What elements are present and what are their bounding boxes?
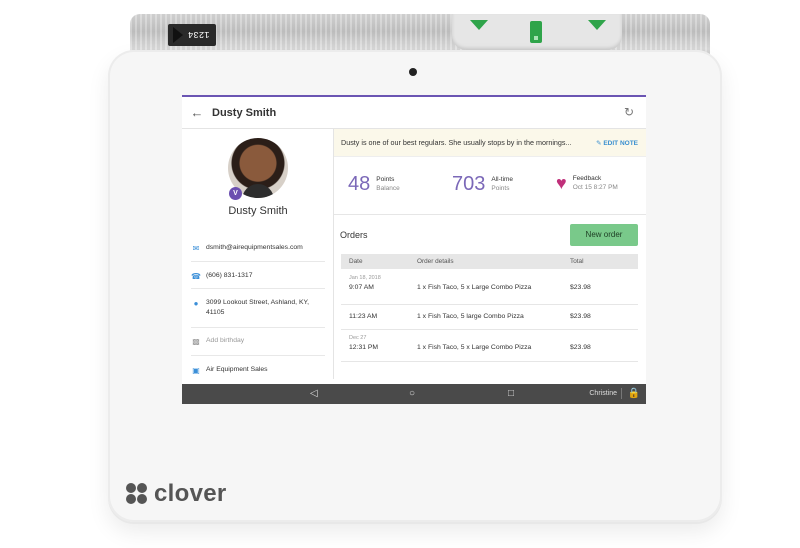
- col-date: Date: [349, 258, 363, 265]
- system-nav-bar: ◁ ○ □ Christine 🔒: [182, 384, 646, 404]
- heart-icon: ♥: [556, 173, 567, 193]
- order-date: Dec 27: [349, 335, 367, 341]
- location-pin-icon: ●: [193, 299, 199, 308]
- back-arrow-icon[interactable]: ←: [182, 105, 212, 120]
- vip-badge: V: [229, 187, 242, 200]
- note-text: Dusty is one of our best regulars. She u…: [341, 138, 572, 147]
- phone-icon: ☎: [191, 272, 201, 281]
- clover-logo: clover: [126, 480, 227, 508]
- company-text: Air Equipment Sales: [206, 366, 268, 373]
- points-sub: Balance: [376, 184, 400, 192]
- orders-table-header: Date Order details Total: [341, 254, 638, 269]
- order-details: 1 x Fish Taco, 5 x Large Combo Pizza: [417, 344, 532, 351]
- triangle-indicator-icon: [588, 20, 606, 30]
- nav-recents-icon[interactable]: □: [508, 388, 514, 399]
- order-total: $23.98: [570, 344, 591, 351]
- edit-note-label: EDIT NOTE: [603, 140, 638, 147]
- order-row[interactable]: Dec 27 12:31 PM 1 x Fish Taco, 5 x Large…: [341, 330, 638, 362]
- screen: ← Dusty Smith ↻ V Dusty Smith ✉ dsmith@a…: [182, 95, 646, 404]
- paper-arrow-icon: [173, 27, 183, 43]
- customer-panel: V Dusty Smith ✉ dsmith@airequipmentsales…: [182, 129, 334, 379]
- order-details: 1 x Fish Taco, 5 large Combo Pizza: [417, 313, 524, 320]
- email-row[interactable]: ✉ dsmith@airequipmentsales.com: [191, 243, 325, 255]
- col-total: Total: [570, 258, 584, 265]
- nav-back-icon[interactable]: ◁: [310, 388, 318, 399]
- paper-code: 1234: [188, 29, 210, 39]
- cake-icon: ▩: [192, 337, 200, 346]
- employee-name[interactable]: Christine: [589, 390, 617, 397]
- phone-row[interactable]: ☎ (606) 831-1317: [191, 261, 325, 283]
- col-details: Order details: [417, 258, 454, 265]
- birthday-row[interactable]: ▩ Add birthday: [191, 327, 325, 348]
- email-text: dsmith@airequipmentsales.com: [206, 244, 303, 251]
- customer-note: Dusty is one of our best regulars. She u…: [334, 129, 646, 157]
- order-time: 11:23 AM: [349, 313, 378, 320]
- clover-leaf-icon: [126, 483, 148, 505]
- stats-bar: 48 Points Balance 703 All-time Points ♥ Fe…: [334, 157, 646, 215]
- app-header: ← Dusty Smith ↻: [182, 97, 646, 129]
- order-total: $23.98: [570, 284, 591, 291]
- feedback-label: Feedback: [572, 174, 602, 182]
- triangle-indicator-icon: [470, 20, 488, 30]
- order-time: 12:31 PM: [349, 344, 379, 351]
- order-date: Jan 18, 2018: [349, 275, 381, 281]
- points-balance-stat: 48 Points Balance: [348, 173, 400, 196]
- order-total: $23.98: [570, 313, 591, 320]
- refresh-icon[interactable]: ↻: [624, 105, 634, 119]
- alltime-sub: Points: [491, 184, 510, 192]
- nav-home-icon[interactable]: ○: [409, 388, 415, 399]
- order-details: 1 x Fish Taco, 5 x Large Combo Pizza: [417, 284, 532, 291]
- order-time: 9:07 AM: [349, 284, 374, 291]
- address-text: 3099 Lookout Street, Ashland, KY, 41105: [206, 299, 310, 317]
- points-label: Points: [376, 175, 395, 183]
- page-title: Dusty Smith: [212, 106, 277, 119]
- orders-title: Orders: [340, 230, 368, 240]
- email-icon: ✉: [192, 244, 200, 253]
- birthday-placeholder: Add birthday: [206, 337, 245, 344]
- feedback-stat[interactable]: ♥ Feedback Oct 15 8:27 PM: [556, 173, 618, 194]
- alltime-label: All-time: [491, 175, 514, 183]
- points-value: 48: [348, 173, 371, 195]
- camera-icon: [409, 68, 417, 76]
- company-row[interactable]: ▣ Air Equipment Sales: [191, 355, 325, 377]
- brand-name: clover: [154, 480, 227, 507]
- order-row[interactable]: 11:23 AM 1 x Fish Taco, 5 large Combo Pi…: [341, 305, 638, 330]
- customer-name: Dusty Smith: [228, 205, 288, 217]
- phone-text: (606) 831-1317: [206, 272, 253, 279]
- edit-note-button[interactable]: ✎ EDIT NOTE: [596, 139, 638, 147]
- new-order-button[interactable]: New order: [570, 224, 638, 246]
- alltime-value: 703: [452, 173, 486, 195]
- feedback-date: Oct 15 8:27 PM: [572, 183, 618, 191]
- address-row[interactable]: ● 3099 Lookout Street, Ashland, KY, 4110…: [191, 288, 325, 318]
- status-led: [530, 21, 542, 43]
- lock-icon[interactable]: 🔒: [620, 388, 640, 399]
- order-row[interactable]: Jan 18, 2018 9:07 AM 1 x Fish Taco, 5 x …: [341, 273, 638, 305]
- briefcase-icon: ▣: [192, 366, 200, 375]
- alltime-points-stat: 703 All-time Points: [452, 173, 513, 196]
